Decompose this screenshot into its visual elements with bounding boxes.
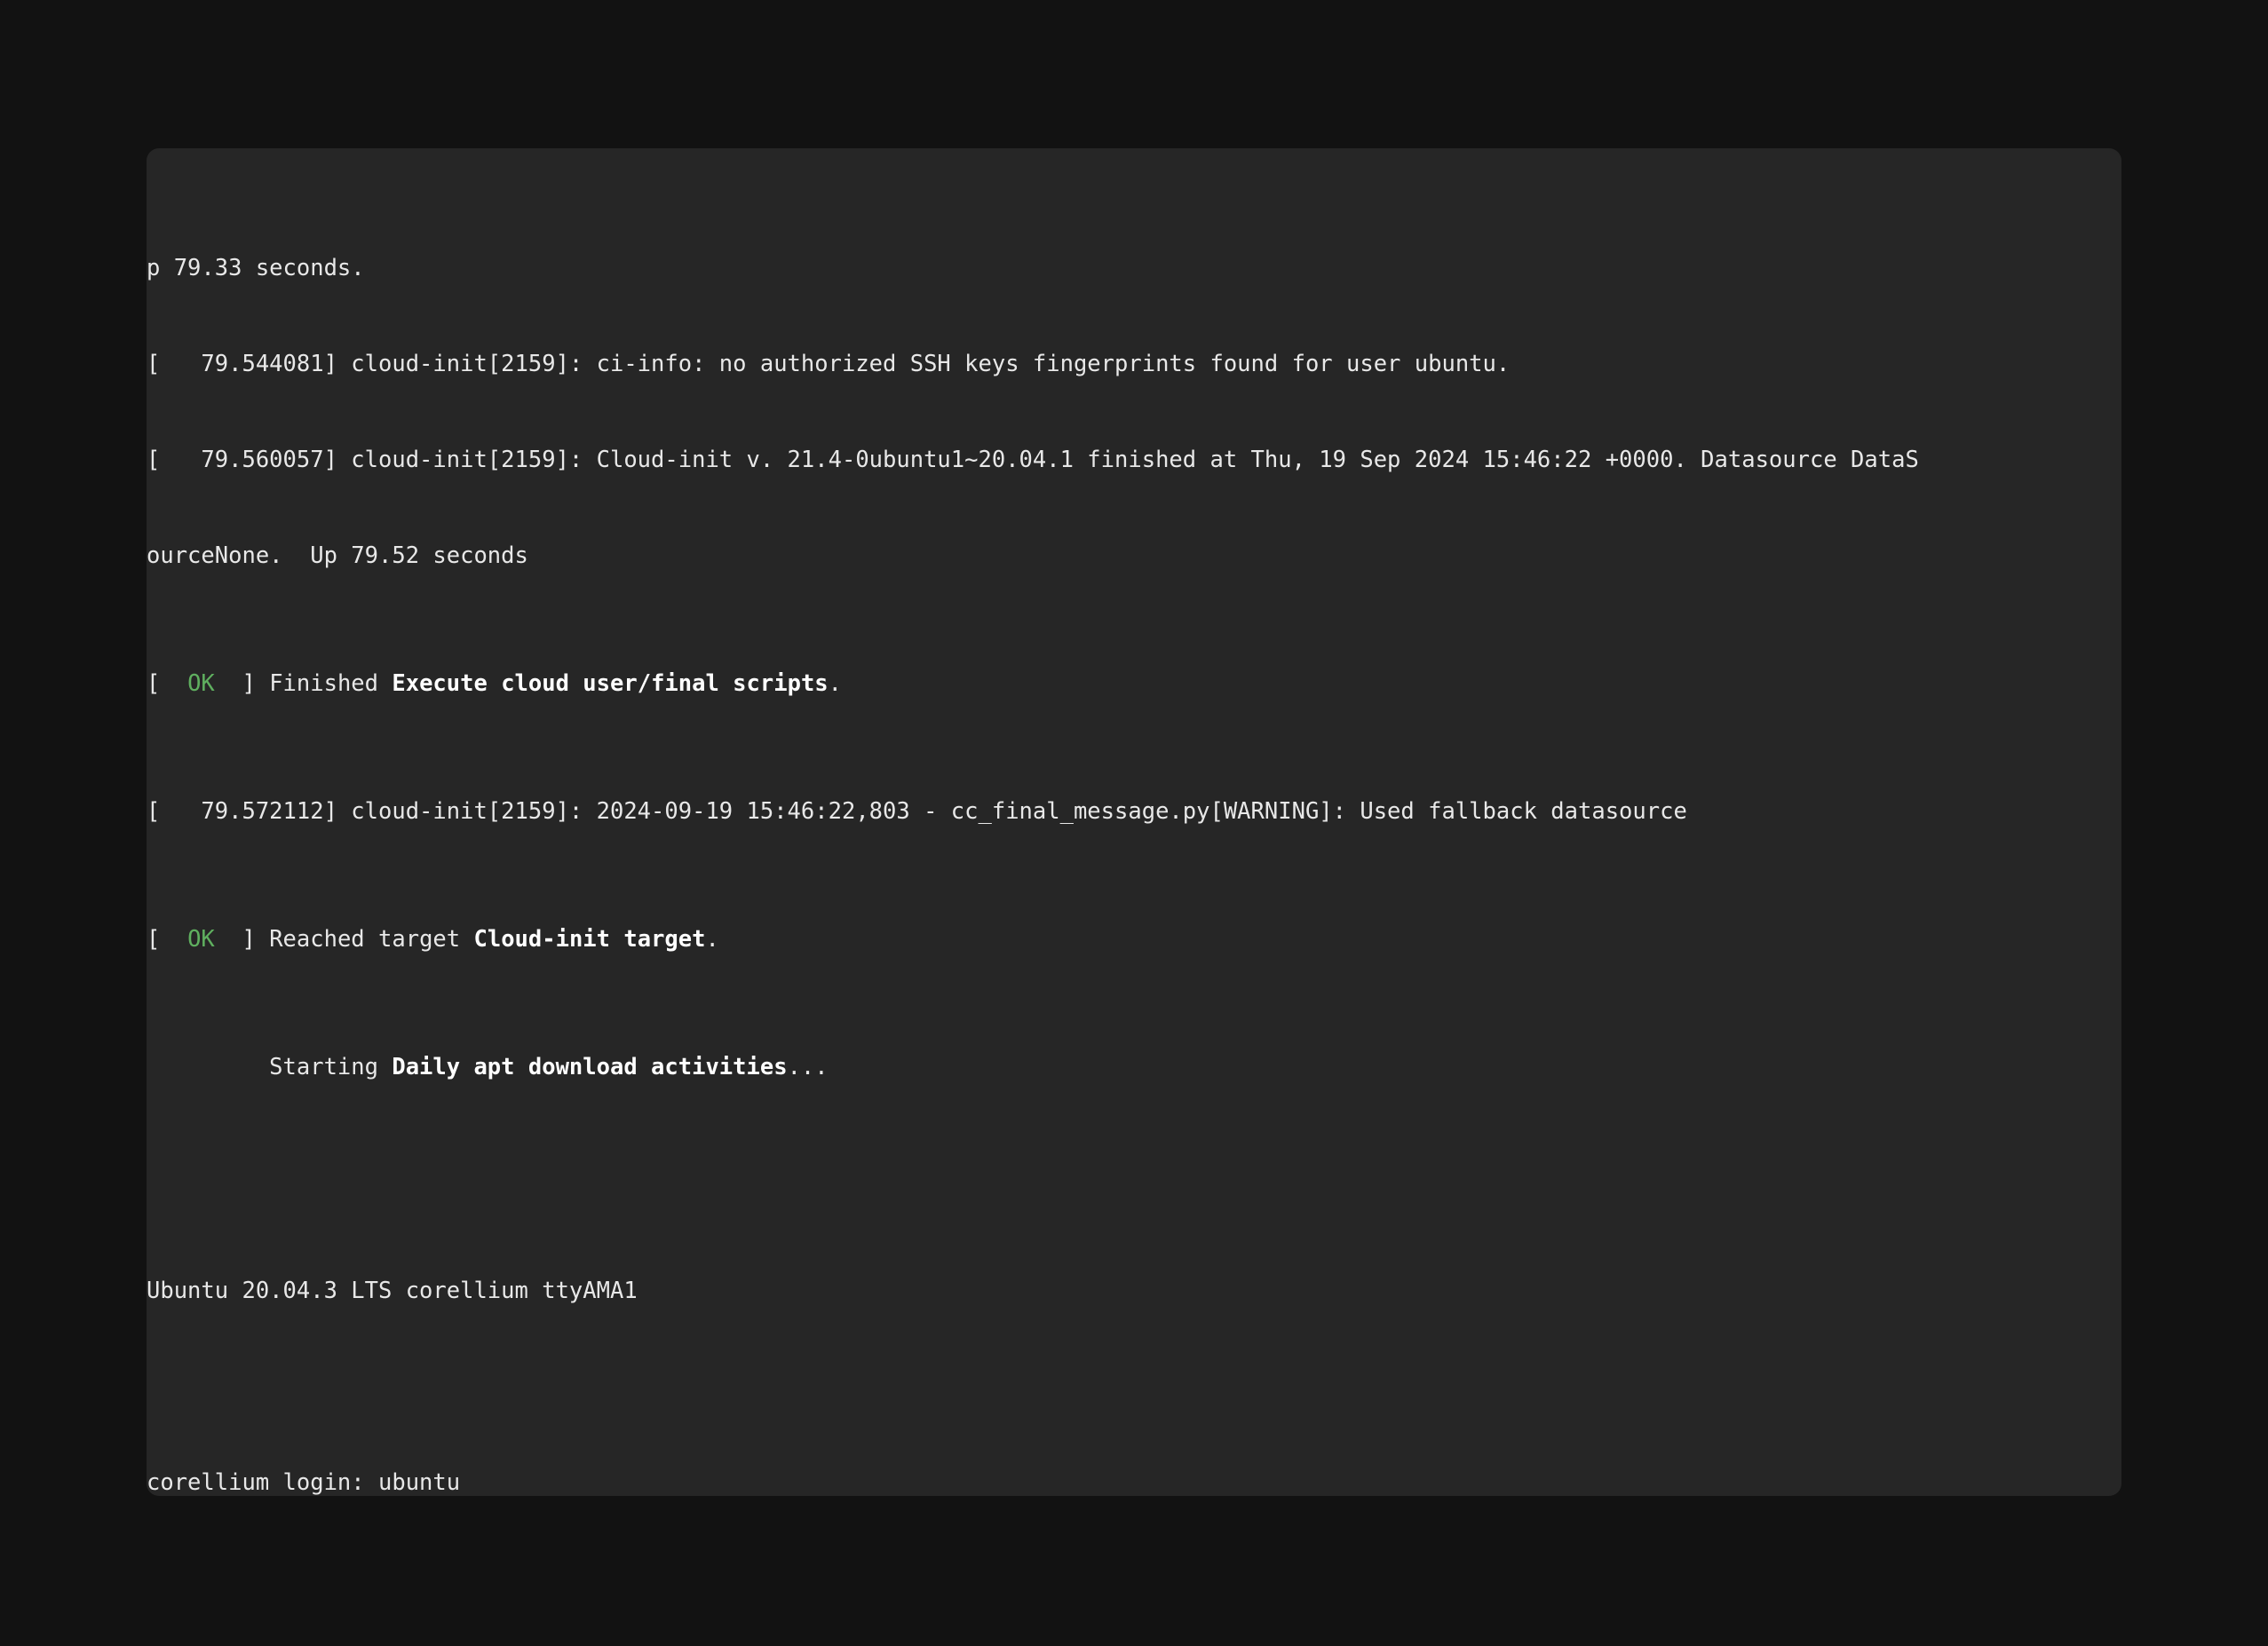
status-bracket-open: [: [147, 926, 188, 953]
status-badge-ok: OK: [187, 926, 215, 953]
systemd-unit-name: Execute cloud user/final scripts: [392, 670, 829, 697]
status-message: ] Finished: [214, 670, 393, 697]
terminal-line-status-ok: [ OK ] Finished Execute cloud user/final…: [147, 668, 1919, 700]
terminal-line: p 79.33 seconds.: [147, 255, 365, 281]
status-message-end: ...: [787, 1054, 829, 1080]
status-bracket-open: [: [147, 670, 188, 697]
status-message-end: .: [828, 670, 843, 697]
terminal-line-starting: Starting Daily apt download activities..…: [147, 1051, 1919, 1083]
status-message: ] Reached target: [214, 926, 474, 953]
systemd-unit-name: Daily apt download activities: [392, 1054, 788, 1080]
terminal-line-status-ok: [ OK ] Reached target Cloud-init target.: [147, 923, 1919, 955]
status-message-end: .: [705, 926, 719, 953]
terminal-line: [ 79.544081] cloud-init[2159]: ci-info: …: [147, 351, 1511, 377]
terminal-line-login: corellium login: ubuntu: [147, 1469, 461, 1496]
terminal-line: ourceNone. Up 79.52 seconds: [147, 542, 528, 569]
terminal-line: [ 79.572112] cloud-init[2159]: 2024-09-1…: [147, 798, 1687, 825]
systemd-unit-name: Cloud-init target: [473, 926, 706, 953]
terminal-panel[interactable]: p 79.33 seconds. [ 79.544081] cloud-init…: [147, 148, 2121, 1496]
status-badge-ok: OK: [187, 670, 215, 697]
terminal-line: [ 79.560057] cloud-init[2159]: Cloud-ini…: [147, 447, 1919, 473]
status-message: Starting: [147, 1054, 393, 1080]
terminal-line-os-banner: Ubuntu 20.04.3 LTS corellium ttyAMA1: [147, 1278, 638, 1304]
screen-root: p 79.33 seconds. [ 79.544081] cloud-init…: [0, 0, 2268, 1646]
terminal-output[interactable]: p 79.33 seconds. [ 79.544081] cloud-init…: [147, 148, 1919, 1496]
